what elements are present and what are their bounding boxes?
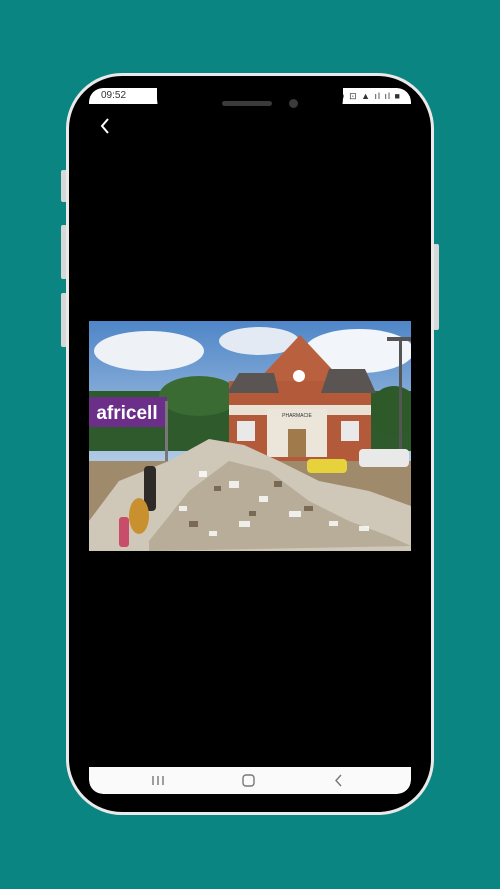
phone-screen: 09:52 ⊕ ⊡ ▲ ıl ıl ■ PHARMACIE africell — [89, 88, 411, 794]
car — [359, 449, 409, 467]
photo-image: PHARMACIE africell — [89, 321, 411, 551]
child — [119, 517, 129, 547]
nav-back-button[interactable] — [319, 767, 359, 794]
tree — [159, 376, 239, 416]
back-icon — [335, 774, 342, 787]
front-camera — [289, 99, 298, 108]
camera-notch — [157, 88, 343, 121]
photo-view[interactable]: PHARMACIE africell — [89, 321, 411, 551]
chevron-left-icon — [100, 118, 109, 134]
building-window — [341, 421, 359, 441]
status-icons: ⊕ ⊡ ▲ ıl ıl ■ — [337, 91, 401, 101]
billboard-text: africell — [96, 403, 157, 424]
street-lamp-arm — [387, 337, 411, 341]
speaker-grill — [222, 101, 272, 106]
building-door — [288, 429, 306, 457]
back-button[interactable] — [95, 114, 115, 138]
billboard-pole — [165, 401, 168, 461]
building-window — [237, 421, 255, 441]
recents-icon — [152, 776, 164, 785]
home-icon — [242, 774, 255, 787]
building-sign: PHARMACIE — [282, 413, 312, 419]
status-time: 09:52 — [101, 90, 127, 101]
bag — [129, 498, 149, 534]
recents-button[interactable] — [139, 767, 179, 794]
car — [307, 459, 347, 473]
cloud — [94, 331, 204, 371]
round-window — [293, 370, 305, 382]
home-button[interactable] — [229, 767, 269, 794]
system-nav-bar — [89, 767, 411, 794]
